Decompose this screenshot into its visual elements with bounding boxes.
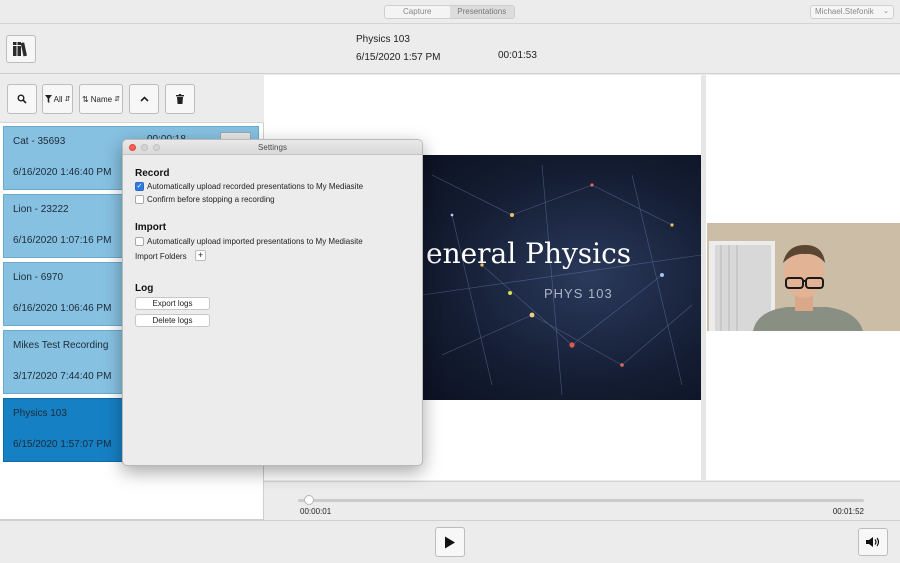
confirm-stop-option[interactable]: Confirm before stopping a recording (135, 195, 275, 204)
filter-select[interactable]: All ⇵ (42, 84, 73, 114)
library-icon (13, 42, 27, 57)
user-name: Michael.Stefonik (815, 7, 874, 16)
list-toolbar: All ⇵ ⇅ Name ⇵ (0, 75, 264, 123)
timeline-bar: 00:00:01 00:01:52 (264, 481, 900, 520)
presentation-duration: 00:01:53 (498, 50, 537, 61)
presenter-video (707, 223, 900, 331)
view-segmented-control: Capture Presentations (384, 5, 515, 19)
confirm-stop-label: Confirm before stopping a recording (147, 195, 275, 204)
slide-subtitle: PHYS 103 (544, 286, 613, 301)
recording-name: Mikes Test Recording (13, 340, 109, 351)
close-window-icon[interactable] (129, 144, 136, 151)
sort-select[interactable]: ⇅ Name ⇵ (79, 84, 123, 114)
sort-icon: ⇅ (82, 94, 89, 104)
export-logs-button[interactable]: Export logs (135, 297, 210, 310)
record-auto-upload-checkbox[interactable]: ✓ (135, 182, 144, 191)
add-import-folder-button[interactable]: + (195, 250, 206, 261)
import-auto-upload-checkbox[interactable] (135, 237, 144, 246)
sort-direction-button[interactable] (129, 84, 159, 114)
recording-date: 6/16/2020 1:46:40 PM (13, 167, 112, 178)
import-folders-label: Import Folders (135, 252, 187, 261)
import-auto-upload-option[interactable]: Automatically upload imported presentati… (135, 237, 363, 246)
sort-label: Name (90, 94, 113, 104)
layout-splitter[interactable] (701, 75, 706, 480)
volume-icon (866, 537, 880, 547)
record-heading: Record (135, 168, 170, 179)
recording-date: 6/16/2020 1:06:46 PM (13, 303, 112, 314)
settings-title: Settings (258, 143, 287, 152)
recording-name: Lion - 6970 (13, 272, 64, 283)
import-heading: Import (135, 222, 167, 233)
chevron-up-icon (139, 96, 149, 102)
recording-date: 3/17/2020 7:44:40 PM (13, 371, 112, 382)
chevron-down-icon: ⌄ (883, 8, 889, 15)
minimize-window-icon[interactable] (141, 144, 148, 151)
network-graphic (422, 164, 701, 396)
camera-preview (707, 223, 900, 331)
delete-logs-button[interactable]: Delete logs (135, 314, 210, 327)
user-menu[interactable]: Michael.Stefonik ⌄ (810, 5, 894, 19)
current-time: 00:00:01 (300, 507, 332, 516)
presentation-title: Physics 103 (356, 34, 410, 45)
trash-icon (176, 94, 184, 104)
recording-name: Cat - 35693 (13, 136, 66, 147)
confirm-stop-checkbox[interactable] (135, 195, 144, 204)
filter-label: All (53, 94, 63, 104)
recording-name: Physics 103 (13, 408, 67, 419)
record-auto-upload-option[interactable]: ✓ Automatically upload recorded presenta… (135, 182, 363, 191)
delete-button[interactable] (165, 84, 195, 114)
top-bar: Capture Presentations Michael.Stefonik ⌄ (0, 0, 900, 24)
play-icon (445, 536, 455, 548)
library-button[interactable] (6, 35, 36, 63)
presentation-header: Physics 103 6/15/2020 1:57 PM 00:01:53 (0, 25, 900, 74)
timeline-scrubber-handle[interactable] (304, 495, 315, 505)
search-icon (17, 94, 27, 104)
import-auto-upload-label: Automatically upload imported presentati… (147, 237, 363, 246)
total-time: 00:01:52 (832, 507, 864, 516)
chevron-updown-icon: ⇵ (64, 96, 71, 103)
chevron-updown-icon: ⇵ (114, 96, 120, 103)
settings-titlebar: Settings (123, 140, 422, 155)
slide-title: eneral Physics (426, 237, 632, 270)
play-button[interactable] (435, 527, 465, 557)
slide-preview: eneral Physics PHYS 103 (422, 155, 701, 400)
recording-date: 6/15/2020 1:57:07 PM (13, 439, 112, 450)
recording-name: Lion - 23222 (13, 204, 69, 215)
search-button[interactable] (7, 84, 37, 114)
volume-button[interactable] (858, 528, 888, 556)
filter-icon (44, 95, 52, 103)
settings-dialog: Settings Record ✓ Automatically upload r… (122, 139, 423, 466)
tab-capture[interactable]: Capture (385, 6, 450, 18)
playback-bar (0, 520, 900, 563)
record-auto-upload-label: Automatically upload recorded presentati… (147, 182, 364, 191)
presentation-date: 6/15/2020 1:57 PM (356, 52, 441, 63)
zoom-window-icon[interactable] (153, 144, 160, 151)
recording-date: 6/16/2020 1:07:16 PM (13, 235, 112, 246)
timeline-track[interactable] (298, 499, 864, 502)
log-heading: Log (135, 283, 154, 294)
tab-presentations[interactable]: Presentations (449, 6, 514, 18)
